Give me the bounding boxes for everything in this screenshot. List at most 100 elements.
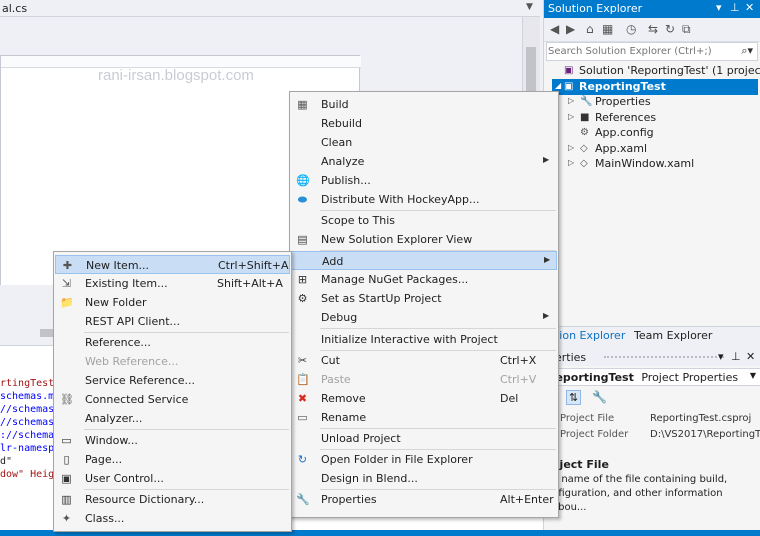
code-line[interactable]: d"	[0, 456, 12, 467]
back-icon[interactable]: ◀	[550, 22, 559, 36]
close-icon[interactable]: ✕	[745, 1, 754, 14]
tree-item-references[interactable]: ▷ ■ References	[544, 110, 760, 126]
menu-item-label: Debug	[321, 311, 358, 325]
menu-item-label: Window...	[85, 433, 138, 447]
expand-arrow-icon[interactable]: ▷	[568, 112, 574, 121]
menu-item-cut[interactable]: ✂ Cut Ctrl+X	[291, 351, 557, 370]
menu-item-design-in-blend[interactable]: Design in Blend...	[291, 469, 557, 488]
wrench-icon: 🔧	[296, 493, 310, 507]
menu-item-connected-service[interactable]: ⛓ Connected Service	[55, 390, 290, 409]
tab-team-explorer[interactable]: Team Explorer	[634, 329, 712, 342]
tab-dropdown-icon[interactable]: ▼	[526, 2, 533, 12]
code-line[interactable]: dow" Heig	[0, 469, 54, 480]
tree-item-reportingtest[interactable]: ◢ ▣ ReportingTest	[552, 78, 758, 95]
menu-item-unload-project[interactable]: Unload Project	[291, 429, 557, 448]
collapse-all-icon[interactable]: ⧉	[682, 22, 691, 37]
expand-arrow-icon[interactable]: ▷	[568, 96, 574, 105]
code-line[interactable]: rtingTest	[0, 378, 54, 389]
rename-icon: ▭	[297, 410, 308, 424]
tree-item-app-config[interactable]: ⚙ App.config	[544, 125, 760, 141]
menu-item-user-control[interactable]: ▣ User Control...	[55, 469, 290, 488]
menu-item-label: Service Reference...	[85, 374, 196, 388]
forward-icon[interactable]: ▶	[566, 22, 575, 36]
code-line[interactable]: schemas.m	[0, 391, 54, 402]
property-key: Project File	[560, 413, 615, 424]
sort-alphabetical-icon[interactable]: ⇅	[566, 390, 582, 405]
menu-item-label: Publish...	[321, 174, 371, 187]
menu-item-properties[interactable]: 🔧 Properties Alt+Enter	[291, 490, 557, 509]
menu-item-clean[interactable]: Clean	[291, 133, 557, 152]
menu-item-debug[interactable]: Debug ▶	[291, 308, 557, 327]
menu-item-remove[interactable]: ✖ Remove Del	[291, 389, 557, 408]
menu-item-window[interactable]: ▭ Window...	[55, 431, 290, 450]
menu-item-resource-dictionary[interactable]: ▥ Resource Dictionary...	[55, 490, 290, 509]
home-icon[interactable]: ⌂	[586, 22, 594, 36]
menu-item-add[interactable]: Add ▶	[291, 251, 557, 271]
document-tab[interactable]: al.cs ▼	[0, 0, 540, 17]
tree-item-solution-reportingtest-1-project[interactable]: ▣ Solution 'ReportingTest' (1 project)	[544, 63, 760, 79]
menu-item-scope-to-this[interactable]: Scope to This	[291, 211, 557, 230]
scissors-icon: ✂	[297, 353, 308, 367]
pending-changes-filter-icon[interactable]: ◷	[626, 22, 636, 36]
tree-item-app-xaml[interactable]: ▷ ◇ App.xaml	[544, 141, 760, 157]
solution-explorer-search[interactable]: ⌕▾	[546, 42, 758, 61]
chevron-down-icon[interactable]: ▼	[750, 371, 756, 380]
window-position-dropdown-icon[interactable]: ▾	[718, 350, 724, 363]
menu-item-open-folder-in-file-explorer[interactable]: ↻ Open Folder in File Explorer	[291, 450, 557, 469]
search-icon[interactable]: ⌕▾	[741, 44, 753, 58]
menu-item-existing-item[interactable]: ⇲ Existing Item... Shift+Alt+A	[55, 274, 290, 293]
property-row[interactable]: Project Folder D:\VS2017\ReportingTe	[544, 428, 760, 444]
tab-solution-explorer[interactable]: ution Explorer	[548, 329, 625, 342]
menu-item-set-as-startup-project[interactable]: ⚙ Set as StartUp Project	[291, 289, 557, 308]
menu-item-rebuild[interactable]: Rebuild	[291, 114, 557, 133]
properties-panel: perties ▾ ⊥ ✕ ReportingTest Project Prop…	[543, 348, 760, 530]
scrollbar-thumb[interactable]	[526, 47, 536, 97]
tree-item-properties[interactable]: ▷ 🔧 Properties	[544, 94, 760, 110]
window-position-dropdown-icon[interactable]: ▾	[716, 1, 722, 14]
menu-item-shortcut: Del	[500, 391, 519, 405]
menu-item-new-solution-explorer-view[interactable]: ▤ New Solution Explorer View	[291, 230, 557, 249]
menu-item-analyze[interactable]: Analyze ▶	[291, 152, 557, 171]
code-line[interactable]: //schemas	[0, 404, 54, 415]
pin-icon[interactable]: ⊥	[730, 1, 740, 14]
menu-item-service-reference[interactable]: Service Reference...	[55, 371, 290, 390]
refresh-icon[interactable]: ↻	[665, 22, 675, 36]
menu-item-initialize-interactive-with-project[interactable]: Initialize Interactive with Project	[291, 330, 557, 349]
menu-item-class[interactable]: ✦ Class...	[55, 509, 290, 528]
connected-service-icon: ⛓	[60, 393, 74, 407]
menu-item-label: Paste	[321, 372, 351, 386]
code-line[interactable]: lr-namesp	[0, 443, 54, 454]
menu-item-distribute-with-hockeyapp[interactable]: ⬬ Distribute With HockeyApp...	[291, 190, 557, 209]
references-icon: ■	[580, 111, 590, 123]
code-line[interactable]: ://schema	[0, 430, 54, 441]
menu-item-reference[interactable]: Reference...	[55, 333, 290, 352]
menu-item-manage-nuget-packages[interactable]: ⊞ Manage NuGet Packages...	[291, 270, 557, 289]
menu-item-new-item[interactable]: ✚ New Item... Ctrl+Shift+A	[55, 255, 290, 274]
property-row[interactable]: Project File ReportingTest.csproj	[544, 412, 760, 428]
code-line[interactable]: //schemas	[0, 417, 54, 428]
solution-tree[interactable]: ▣ Solution 'ReportingTest' (1 project) ◢ ▣ R…	[544, 63, 760, 323]
tree-item-mainwindow-xaml[interactable]: ▷ ◇ MainWindow.xaml	[544, 156, 760, 172]
menu-item-analyzer[interactable]: Analyzer...	[55, 409, 290, 428]
menu-item-rename[interactable]: ▭ Rename	[291, 408, 557, 427]
wrench-icon[interactable]: 🔧	[592, 390, 607, 404]
menu-item-label: Add	[322, 255, 344, 269]
expand-arrow-icon[interactable]: ▷	[568, 143, 574, 152]
sync-icon[interactable]: ⇆	[648, 22, 658, 36]
object-selector[interactable]: ReportingTest Project Properties ▼	[544, 368, 760, 386]
expand-arrow-icon[interactable]: ▷	[568, 158, 574, 167]
search-input[interactable]	[548, 44, 728, 59]
switch-views-icon[interactable]: ▦	[602, 22, 613, 36]
menu-item-build[interactable]: ▦ Build	[291, 95, 557, 114]
menu-item-label: Rename	[321, 410, 367, 424]
menu-item-label: Rebuild	[321, 117, 362, 130]
menu-item-page[interactable]: ▯ Page...	[55, 450, 290, 469]
nuget-icon: ⊞	[297, 273, 308, 287]
menu-item-rest-api-client[interactable]: REST API Client...	[55, 312, 290, 331]
menu-item-publish[interactable]: 🌐 Publish...	[291, 171, 557, 190]
menu-item-new-folder[interactable]: 📁 New Folder	[55, 293, 290, 312]
close-icon[interactable]: ✕	[746, 350, 755, 363]
expanded-arrow-icon[interactable]: ◢	[555, 81, 561, 90]
pin-icon[interactable]: ⊥	[731, 350, 741, 363]
menu-item-label: Clean	[321, 136, 353, 149]
